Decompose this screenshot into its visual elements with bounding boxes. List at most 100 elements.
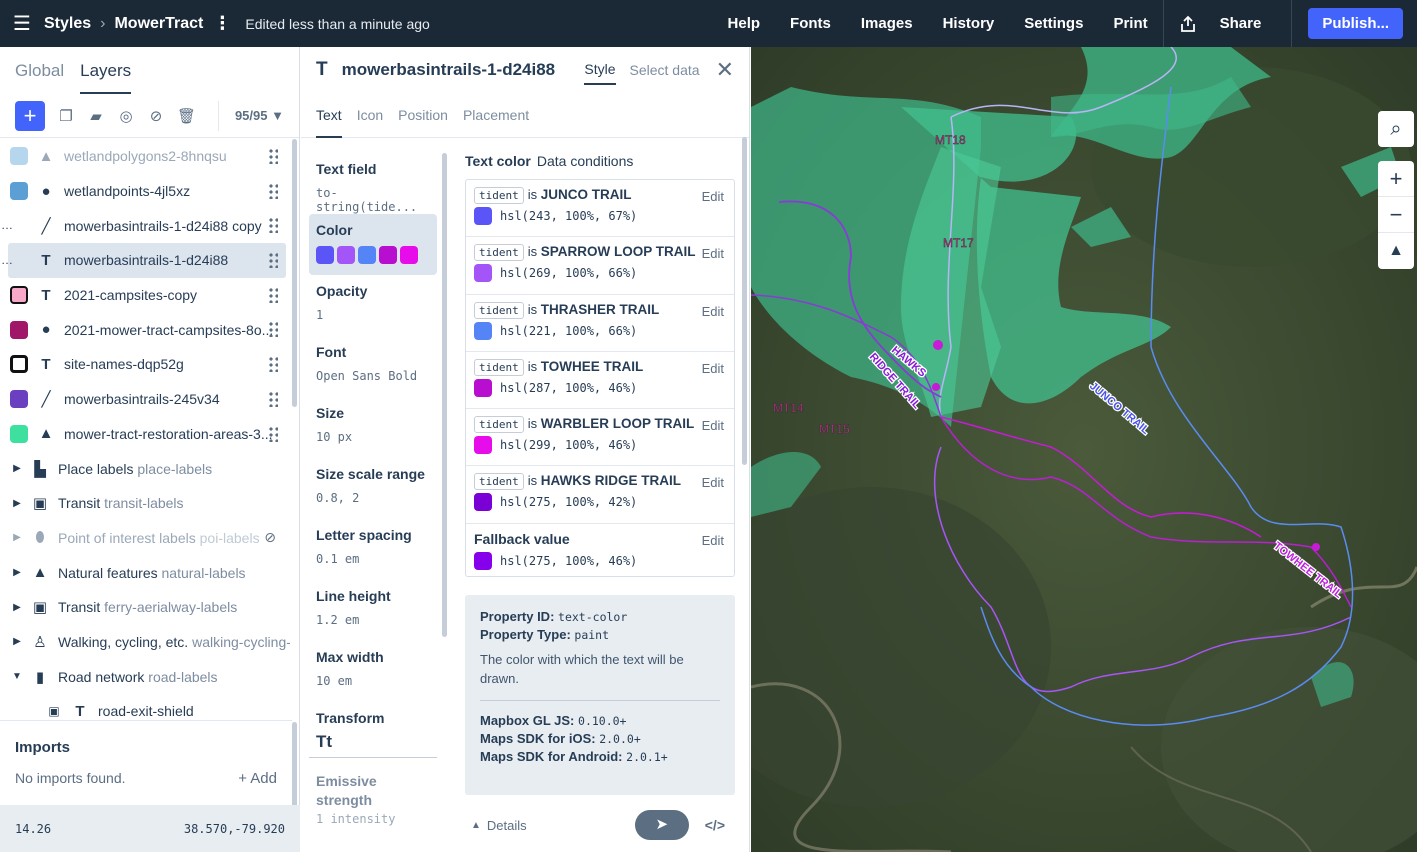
layer-group[interactable]: ▶ ▣ Transit ferry-aerialway-labels	[0, 590, 290, 625]
layer-group[interactable]: ▶ ▙ Place labels place-labels	[0, 451, 290, 486]
prop-max-width[interactable]: Max width 10 em	[309, 641, 437, 702]
prop-letter-spacing[interactable]: Letter spacing 0.1 em	[309, 519, 437, 580]
breadcrumb-style-name[interactable]: MowerTract	[114, 15, 203, 33]
drag-handle[interactable]	[268, 425, 278, 442]
layer-group[interactable]: ▶ ▲ Natural features natural-labels	[0, 555, 290, 590]
drag-handle[interactable]	[268, 321, 278, 338]
caret-right-icon[interactable]: ▶	[10, 602, 24, 613]
prop-emissive-strength[interactable]: Emissive strength 1 intensity	[309, 764, 437, 826]
nav-settings[interactable]: Settings	[1009, 15, 1098, 32]
layer-item[interactable]: ╱ mowerbasintrails-245v34	[0, 382, 290, 417]
layer-group[interactable]: ▶ ⬮ Point of interest labels poi-labels …	[0, 521, 290, 556]
nav-fonts[interactable]: Fonts	[775, 15, 846, 32]
layer-item[interactable]: ▲ wetlandpolygons2-8hnqsu	[0, 139, 290, 174]
nav-help[interactable]: Help	[713, 15, 776, 32]
publish-button[interactable]: Publish...	[1308, 8, 1403, 39]
more-options-icon[interactable]: ⋮	[213, 13, 231, 34]
drag-handle[interactable]	[268, 356, 278, 373]
inspect-button[interactable]: ➤	[634, 810, 689, 840]
menu-icon[interactable]: ☰	[0, 11, 44, 36]
scrollbar[interactable]	[442, 153, 447, 637]
hidden-eye-icon[interactable]: ⊘	[264, 529, 276, 546]
tab-layers[interactable]: Layers	[80, 61, 132, 94]
prop-opacity[interactable]: Opacity 1	[309, 275, 437, 336]
layer-item[interactable]: … ╱ mowerbasintrails-1-d24i88 copy	[0, 208, 290, 243]
drag-handle[interactable]	[268, 217, 278, 234]
layer-group[interactable]: ▶ ▣ Transit transit-labels	[0, 486, 290, 521]
color-swatch[interactable]	[474, 264, 492, 283]
add-import-button[interactable]: + Add	[238, 770, 277, 787]
edit-button[interactable]: Edit	[702, 304, 724, 319]
layer-item[interactable]: T site-names-dqp52g	[0, 347, 290, 382]
close-icon[interactable]: ✕	[716, 57, 734, 83]
tab-position[interactable]: Position	[398, 92, 448, 138]
fallback-row[interactable]: Fallback value Edit hsl(275, 100%, 46%)	[466, 524, 734, 576]
layer-item[interactable]: ● wetlandpoints-4jl5xz	[0, 174, 290, 209]
layer-count-filter[interactable]: 95/95 ▼	[217, 100, 284, 131]
scrollbar[interactable]	[742, 137, 747, 465]
caret-right-icon[interactable]: ▶	[10, 636, 24, 647]
prop-transform[interactable]: Transform Tt	[309, 702, 437, 758]
tab-icon[interactable]: Icon	[357, 92, 383, 138]
condition-row[interactable]: tident is THRASHER TRAIL Edit hsl(221, 10…	[466, 295, 734, 352]
prop-font[interactable]: Font Open Sans Bold	[309, 336, 437, 397]
nav-images[interactable]: Images	[846, 15, 928, 32]
layer-item[interactable]: T 2021-campsites-copy	[0, 278, 290, 313]
caret-right-icon[interactable]: ▶	[10, 463, 24, 474]
nav-print[interactable]: Print	[1098, 15, 1162, 32]
caret-right-icon[interactable]: ▶	[10, 567, 24, 578]
caret-right-icon[interactable]: ▶	[10, 532, 24, 543]
share-button[interactable]: Share	[1164, 15, 1292, 33]
edit-button[interactable]: Edit	[702, 475, 724, 490]
color-swatch[interactable]	[474, 321, 492, 340]
tab-style[interactable]: Style	[584, 55, 616, 85]
edit-button[interactable]: Edit	[702, 361, 724, 376]
condition-row[interactable]: tident is WARBLER LOOP TRAIL Edit hsl(299…	[466, 409, 734, 467]
search-icon[interactable]: ⌕	[1378, 111, 1414, 147]
tab-text[interactable]: Text	[316, 92, 342, 138]
breadcrumb-styles[interactable]: Styles	[44, 15, 91, 33]
edit-button[interactable]: Edit	[702, 246, 724, 261]
tab-global[interactable]: Global	[15, 61, 64, 94]
layer-item[interactable]: ● 2021-mower-tract-campsites-8o...	[0, 312, 290, 347]
layer-item-selected[interactable]: … T mowerbasintrails-1-d24i88	[1, 243, 286, 278]
layer-item[interactable]: ▲ mower-tract-restoration-areas-3...	[0, 417, 290, 452]
edit-button[interactable]: Edit	[702, 533, 724, 548]
compass-icon[interactable]: ▲	[1378, 233, 1414, 269]
triangle-up-icon[interactable]: ▲	[471, 820, 481, 831]
zoom-in-button[interactable]: +	[1378, 161, 1414, 197]
zoom-out-button[interactable]: −	[1378, 197, 1414, 233]
condition-row[interactable]: tident is HAWKS RIDGE TRAIL Edit hsl(275,…	[466, 466, 734, 524]
target-icon[interactable]: ◎	[117, 107, 135, 125]
layer-item[interactable]: ▣ T road-exit-shield	[0, 694, 290, 719]
prop-line-height[interactable]: Line height 1.2 em	[309, 580, 437, 641]
condition-row[interactable]: tident is JUNCO TRAIL Edit hsl(243, 100%,…	[466, 180, 734, 238]
prop-size[interactable]: Size 10 px	[309, 397, 437, 458]
scrollbar[interactable]	[292, 139, 297, 407]
details-toggle[interactable]: Details	[487, 818, 527, 833]
prop-size-scale-range[interactable]: Size scale range 0.8, 2	[309, 458, 437, 519]
code-icon[interactable]: </>	[705, 817, 725, 833]
color-swatch[interactable]	[474, 207, 492, 225]
drag-handle[interactable]	[268, 182, 278, 199]
duplicate-icon[interactable]: ❐	[57, 107, 75, 125]
drag-handle[interactable]	[268, 286, 278, 303]
map-canvas[interactable]: MT18 MT17 MT14 MT15 HAWKS RIDGE TRAIL JU…	[751, 47, 1417, 852]
tab-placement[interactable]: Placement	[463, 92, 529, 138]
layer-group[interactable]: ▶ ♙ Walking, cycling, etc. walking-cycli…	[0, 625, 290, 660]
layer-group[interactable]: ▼ ▮ Road network road-labels	[0, 659, 290, 694]
color-swatch[interactable]	[474, 493, 492, 512]
drag-handle[interactable]	[268, 390, 278, 407]
edit-button[interactable]: Edit	[702, 189, 724, 204]
condition-row[interactable]: tident is SPARROW LOOP TRAIL Edit hsl(269…	[466, 237, 734, 295]
caret-down-icon[interactable]: ▼	[10, 671, 24, 682]
hide-icon[interactable]: ⊘	[147, 107, 165, 125]
color-swatch[interactable]	[474, 551, 492, 570]
color-swatch[interactable]	[474, 378, 492, 397]
condition-row[interactable]: tident is TOWHEE TRAIL Edit hsl(287, 100%…	[466, 352, 734, 410]
drag-handle[interactable]	[268, 148, 278, 164]
tab-select-data[interactable]: Select data	[630, 62, 700, 78]
trash-icon[interactable]: 🗑	[177, 107, 196, 125]
nav-history[interactable]: History	[928, 15, 1010, 32]
color-swatch[interactable]	[474, 436, 492, 455]
